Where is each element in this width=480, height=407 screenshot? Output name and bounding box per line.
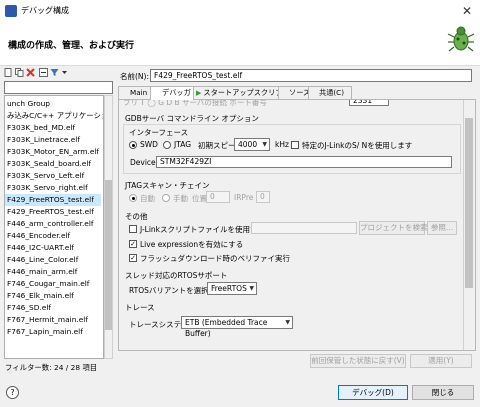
search-project-button[interactable]: プロジェクトを検索... [359,221,435,235]
filter-status: フィルター数: 24 / 28 項目 [5,363,98,372]
name-label: 名前(N): [120,72,149,81]
window-close-icon[interactable]: ✕ [458,2,476,20]
apply-button[interactable]: 適用(Y) [410,354,472,368]
debugger-tab-content: フリ T ◯ G D B サーバの接続 ポート番号 2331 GDBサーバ コマ… [118,99,476,351]
tab-common-label: 共通(C) [319,88,345,97]
debug-bug-icon [447,26,475,52]
revert-button[interactable]: 前回保管した状態に戻す(V) [310,354,406,368]
tab-debugger[interactable]: デバッガ [150,86,194,100]
gdb-connection-cut-row: フリ T ◯ G D B サーバの接続 ポート番号 [123,99,267,107]
tab-main-label: Main [130,88,148,97]
rtos-title: スレッド対応のRTOSサポート [125,271,228,280]
dialog-header-title: 構成の作成、管理、および実行 [8,41,135,51]
device-label: Device [130,158,156,167]
filter-input[interactable] [4,81,113,94]
tab-main[interactable]: Main [118,86,151,99]
tab-common[interactable]: 共通(C) [308,86,352,99]
jtag-label: JTAG [174,140,192,149]
jtag-chain-title: JTAGスキャン・チェイン [125,181,210,190]
chevron-down-icon: ▼ [249,285,254,292]
launch-config-item[interactable]: み込みC/C++ アプリケーション [7,110,103,122]
new-config-icon[interactable] [4,68,13,77]
filter-icon[interactable] [50,68,59,77]
khz-label: kHz [275,140,289,149]
launch-config-item[interactable]: F303K_bed_MD.elf [7,122,75,134]
trace-system-select[interactable]: ETB (Embedded Trace Buffer) ▼ [181,316,293,338]
jtag-manual-radio[interactable] [162,194,170,202]
trace-title: トレース [125,303,155,312]
chevron-down-icon: ▼ [262,141,267,148]
filter-dropdown-icon[interactable] [60,68,69,77]
launch-config-item[interactable]: F303K_Servo_right.elf [7,182,88,194]
window-title: デバッグ構成 [21,6,69,15]
duplicate-icon[interactable] [15,68,24,77]
help-icon[interactable]: ? [6,386,19,399]
launch-config-item[interactable]: F767_Hermit_main.elf [7,314,88,326]
speed-select-value: 4000 [238,140,258,149]
jtag-auto-radio[interactable] [129,194,137,202]
script-file-checkbox[interactable] [129,225,137,233]
tab-debugger-label: デバッガ [162,88,191,97]
gdb-options-title: GDBサーバ コマンドライン オプション [125,114,259,123]
window-titlebar [0,0,480,22]
content-scrollbar-thumb[interactable] [465,118,473,288]
launch-config-item[interactable]: F429_FreeRTOS_test.elf [7,206,94,218]
rtos-select[interactable]: FreeRTOS ▼ [207,282,257,295]
device-field[interactable]: STM32F429ZI [156,156,452,168]
launch-config-item[interactable]: F303K_Motor_EN_arm.elf [7,146,99,158]
script-file-label: J-Linkスクリプトファイルを使用する [140,225,266,234]
launch-config-item[interactable]: F446_Encoder.elf [7,230,70,242]
live-expression-label: Live expressionを有効にする [140,240,244,249]
interface-title: インターフェース [129,128,189,137]
position-label: 位置 [192,194,207,203]
verify-label: フラッシュダウンロード時のベリファイ実行 [140,254,290,263]
irpre-field[interactable]: 0 [256,191,270,203]
jtag-manual-label: 手動 [173,194,188,203]
app-icon [5,5,17,17]
launch-config-item[interactable]: F446_I2C-UART.elf [7,242,74,254]
verify-checkbox[interactable]: ✓ [129,254,137,262]
launch-config-item[interactable]: F746_Elk_main.elf [7,290,74,302]
live-expression-checkbox[interactable]: ✓ [129,240,137,248]
other-title: その他 [125,212,148,221]
chevron-down-icon: ▼ [285,319,290,326]
rtos-select-value: FreeRTOS [211,284,247,293]
launch-config-item[interactable]: F767_Lapin_main.elf [7,326,83,338]
close-button[interactable]: 閉じる [412,385,474,400]
tree-scrollbar-thumb[interactable] [105,180,112,330]
launch-config-item[interactable]: F303K_Linetrace.elf [7,134,80,146]
position-field[interactable]: 0 [206,191,230,203]
serial-number-checkbox[interactable] [291,141,299,149]
port-number-field[interactable]: 2331 [349,100,389,106]
launch-config-item[interactable]: F746_SD.elf [7,302,51,314]
tab-startup-script[interactable]: ▶ スタートアップスクリプト [193,86,290,99]
tab-source[interactable]: ソース [278,86,311,99]
browse-button[interactable]: 参照... [427,221,457,235]
launch-config-item[interactable]: unch Group [7,98,50,110]
launch-config-item[interactable]: F303K_Seald_board.elf [7,158,91,170]
jtag-radio[interactable] [163,141,171,149]
launch-config-item[interactable]: F746_Cougar_main.elf [7,278,89,290]
rtos-label: RTOSバリアントを選択： [129,286,217,295]
launch-config-item[interactable]: F446_Line_Color.elf [7,254,78,266]
launch-config-item[interactable]: F303K_Servo_Left.elf [7,170,84,182]
swd-label: SWD [140,140,158,149]
trace-system-value: ETB (Embedded Trace Buffer) [185,318,268,338]
swd-radio[interactable] [129,141,137,149]
name-input[interactable]: F429_FreeRTOS_test.elf [150,69,472,82]
speed-select[interactable]: 4000 ▼ [234,138,270,151]
launch-config-tree[interactable]: unch Groupみ込みC/C++ アプリケーションF303K_bed_MD.… [4,95,104,359]
irpre-label: IRPre [234,193,254,202]
script-file-field[interactable] [251,222,357,234]
tab-source-label: ソース [289,88,311,97]
tab-startup-script-label: スタートアップスクリプト [203,88,290,97]
delete-icon[interactable] [26,68,35,77]
launch-config-item[interactable]: F429_FreeRTOS_test.elf [5,194,101,206]
debug-button[interactable]: デバッグ(D) [338,385,408,400]
launch-config-item[interactable]: F446_arm_controller.elf [7,218,94,230]
jtag-auto-label: 自動 [140,194,155,203]
serial-number-label: 特定のJ-LinkのS/ Nを使用します [302,141,413,150]
collapse-all-icon[interactable] [39,68,48,77]
launch-config-item[interactable]: F446_main_arm.elf [7,266,77,278]
